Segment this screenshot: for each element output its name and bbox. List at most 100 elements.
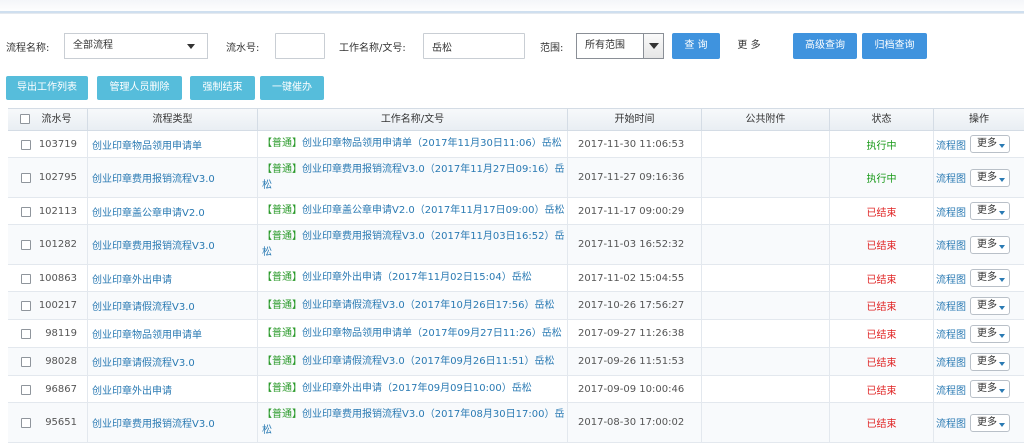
chevron-down-icon xyxy=(187,44,195,49)
serial-cell: 100217 xyxy=(8,292,88,319)
row-checkbox[interactable] xyxy=(21,418,31,428)
flow-type-link[interactable]: 创业印章物品领用申请单 xyxy=(88,320,258,347)
work-title-link[interactable]: 【普通】创业印章外出申请（2017年09月09日10:00）岳松 xyxy=(258,376,568,402)
row-checkbox[interactable] xyxy=(21,329,31,339)
work-title-text: 创业印章请假流程V3.0（2017年09月26日11:51）岳松 xyxy=(302,355,555,367)
row-more-button[interactable]: 更多 xyxy=(970,324,1010,343)
row-more-button[interactable]: 更多 xyxy=(970,296,1010,315)
work-title-link[interactable]: 【普通】创业印章费用报销流程V3.0（2017年11月03日16:52）岳松 xyxy=(258,225,568,264)
flowchart-link[interactable]: 流程图 xyxy=(936,170,966,185)
table-row[interactable]: 102795 创业印章费用报销流程V3.0 【普通】创业印章费用报销流程V3.0（2… xyxy=(8,158,1024,198)
one-click-urge-button[interactable]: 一键催办 xyxy=(260,76,324,100)
row-more-button[interactable]: 更多 xyxy=(970,202,1010,220)
priority-tag: 【普通】 xyxy=(262,163,302,175)
flow-type-link[interactable]: 创业印章外出申请 xyxy=(88,265,258,291)
row-more-button[interactable]: 更多 xyxy=(970,235,1010,254)
row-checkbox[interactable] xyxy=(21,357,31,367)
row-more-button[interactable]: 更多 xyxy=(970,168,1010,187)
select-all-checkbox[interactable] xyxy=(20,114,30,124)
attachments-cell xyxy=(702,376,830,402)
header-operation: 操作 xyxy=(969,114,989,125)
archive-query-button[interactable]: 归档查询 xyxy=(862,33,927,59)
status-text: 执行中 xyxy=(830,131,934,157)
row-checkbox[interactable] xyxy=(21,173,31,183)
table-row[interactable]: 100217 创业印章请假流程V3.0 【普通】创业印章请假流程V3.0（2017年… xyxy=(8,292,1024,320)
flowchart-link[interactable]: 流程图 xyxy=(936,326,966,341)
export-work-list-button[interactable]: 导出工作列表 xyxy=(6,76,88,100)
flow-name-value: 全部流程 xyxy=(73,40,113,51)
work-title-text: 创业印章请假流程V3.0（2017年10月26日17:56）岳松 xyxy=(302,299,555,311)
work-title-link[interactable]: 【普通】创业印章外出申请（2017年11月02日15:04）岳松 xyxy=(258,265,568,291)
work-title-link[interactable]: 【普通】创业印章请假流程V3.0（2017年10月26日17:56）岳松 xyxy=(258,292,568,319)
flowchart-link[interactable]: 流程图 xyxy=(936,271,966,286)
query-button[interactable]: 查 询 xyxy=(672,33,720,59)
flowchart-link[interactable]: 流程图 xyxy=(936,354,966,369)
row-more-button[interactable]: 更多 xyxy=(970,413,1010,432)
title-input[interactable] xyxy=(423,33,525,59)
table-row[interactable]: 102113 创业印章盖公章申请V2.0 【普通】创业印章盖公章申请V2.0（201… xyxy=(8,198,1024,225)
flow-type-link[interactable]: 创业印章费用报销流程V3.0 xyxy=(88,225,258,264)
serial-cell: 102795 xyxy=(8,158,88,197)
row-more-label: 更多 xyxy=(977,299,997,311)
flow-type-link[interactable]: 创业印章物品领用申请单 xyxy=(88,131,258,157)
flow-type-link[interactable]: 创业印章盖公章申请V2.0 xyxy=(88,198,258,224)
row-checkbox[interactable] xyxy=(21,274,31,284)
flow-type-link[interactable]: 创业印章外出申请 xyxy=(88,376,258,402)
flowchart-link[interactable]: 流程图 xyxy=(936,137,966,152)
status-text: 执行中 xyxy=(830,158,934,197)
row-more-label: 更多 xyxy=(977,272,997,283)
serial-number: 95651 xyxy=(45,417,77,428)
flowchart-link[interactable]: 流程图 xyxy=(936,382,966,397)
serial-input[interactable] xyxy=(275,33,325,59)
flow-type-link[interactable]: 创业印章费用报销流程V3.0 xyxy=(88,158,258,197)
table-row[interactable]: 98028 创业印章请假流程V3.0 【普通】创业印章请假流程V3.0（2017年0… xyxy=(8,348,1024,376)
force-end-button[interactable]: 强制结束 xyxy=(190,76,255,100)
serial-cell: 98028 xyxy=(8,348,88,375)
row-more-label: 更多 xyxy=(977,238,997,250)
flow-type-link[interactable]: 创业印章请假流程V3.0 xyxy=(88,348,258,375)
row-checkbox[interactable] xyxy=(21,207,31,217)
scope-select[interactable]: 所有范围 xyxy=(576,33,664,59)
more-filters-button[interactable]: 更 多 xyxy=(726,33,772,59)
attachments-cell xyxy=(702,403,830,442)
work-title-link[interactable]: 【普通】创业印章费用报销流程V3.0（2017年11月27日09:16）岳松 xyxy=(258,158,568,197)
table-row[interactable]: 101282 创业印章费用报销流程V3.0 【普通】创业印章费用报销流程V3.0（2… xyxy=(8,225,1024,265)
action-bar: 导出工作列表 管理人员删除 强制结束 一键催办 xyxy=(0,75,1024,101)
flow-name-select[interactable]: 全部流程 xyxy=(64,33,208,59)
table-row[interactable]: 100863 创业印章外出申请 【普通】创业印章外出申请（2017年11月02日15… xyxy=(8,265,1024,292)
start-time: 2017-09-27 11:26:38 xyxy=(568,320,702,347)
flowchart-link[interactable]: 流程图 xyxy=(936,204,966,219)
work-title-link[interactable]: 【普通】创业印章请假流程V3.0（2017年09月26日11:51）岳松 xyxy=(258,348,568,375)
work-title-link[interactable]: 【普通】创业印章盖公章申请V2.0（2017年11月17日09:00）岳松 xyxy=(258,198,568,224)
dropdown-arrow-icon xyxy=(999,211,1005,215)
work-title-link[interactable]: 【普通】创业印章费用报销流程V3.0（2017年08月30日17:00）岳松 xyxy=(258,403,568,442)
work-title-link[interactable]: 【普通】创业印章物品领用申请单（2017年09月27日11:26）岳松 xyxy=(258,320,568,347)
flow-type-link[interactable]: 创业印章请假流程V3.0 xyxy=(88,292,258,319)
flowchart-link[interactable]: 流程图 xyxy=(936,298,966,313)
table-header: 流水号 流程类型 工作名称/文号 开始时间 公共附件 状态 操作 xyxy=(8,109,1024,131)
scope-label: 范围: xyxy=(540,43,564,54)
priority-tag: 【普通】 xyxy=(262,355,302,367)
table-row[interactable]: 103719 创业印章物品领用申请单 【普通】创业印章物品领用申请单（2017年11… xyxy=(8,131,1024,158)
table-row[interactable]: 96867 创业印章外出申请 【普通】创业印章外出申请（2017年09月09日10:… xyxy=(8,376,1024,403)
flowchart-link[interactable]: 流程图 xyxy=(936,415,966,430)
row-more-button[interactable]: 更多 xyxy=(970,269,1010,287)
flowchart-link[interactable]: 流程图 xyxy=(936,237,966,252)
work-title-link[interactable]: 【普通】创业印章物品领用申请单（2017年11月30日11:06）岳松 xyxy=(258,131,568,157)
flow-type-link[interactable]: 创业印章费用报销流程V3.0 xyxy=(88,403,258,442)
row-more-label: 更多 xyxy=(977,416,997,428)
admin-delete-button[interactable]: 管理人员删除 xyxy=(97,76,182,100)
row-more-button[interactable]: 更多 xyxy=(970,352,1010,371)
priority-tag: 【普通】 xyxy=(262,408,302,420)
row-more-button[interactable]: 更多 xyxy=(970,380,1010,398)
row-checkbox[interactable] xyxy=(21,240,31,250)
row-checkbox[interactable] xyxy=(21,385,31,395)
table-row[interactable]: 95651 创业印章费用报销流程V3.0 【普通】创业印章费用报销流程V3.0（20… xyxy=(8,403,1024,443)
row-more-button[interactable]: 更多 xyxy=(970,135,1010,153)
row-checkbox[interactable] xyxy=(21,140,31,150)
start-time: 2017-11-03 16:52:32 xyxy=(568,225,702,264)
row-checkbox[interactable] xyxy=(21,301,31,311)
advanced-query-button[interactable]: 高级查询 xyxy=(793,33,857,59)
table-row[interactable]: 98119 创业印章物品领用申请单 【普通】创业印章物品领用申请单（2017年09月… xyxy=(8,320,1024,348)
serial-cell: 96867 xyxy=(8,376,88,402)
